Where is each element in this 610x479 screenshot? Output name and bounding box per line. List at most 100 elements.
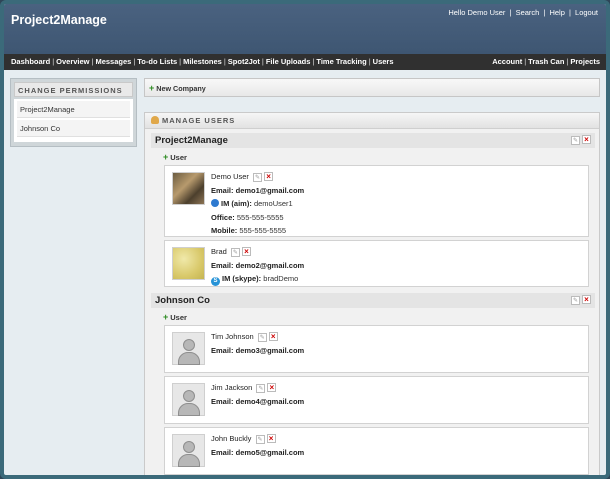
brand-title: Project2Manage [11, 13, 107, 27]
main-content: + New Company MANAGE USERS Project2Manage… [144, 78, 600, 475]
company-name: Project2Manage [151, 133, 595, 148]
avatar-body [178, 352, 200, 365]
user-info: Jim Jackson ✎ × Email: demo4@gmail.com [211, 381, 304, 408]
user-name[interactable]: Jim Jackson [211, 381, 252, 395]
nav-trash-can[interactable]: Trash Can [528, 57, 564, 66]
users-icon [151, 116, 159, 124]
nav-todo-lists[interactable]: To-do Lists [137, 57, 177, 66]
avatar [172, 247, 205, 280]
user-info: Brad ✎ × Email: demo2@gmail.com S IM (skyp… [211, 245, 304, 286]
default-avatar-icon [172, 383, 205, 416]
im-label: IM (skype): [222, 274, 262, 283]
add-user-button[interactable]: + User [151, 312, 595, 322]
nav-right: Account | Trash Can | Projects [492, 54, 600, 70]
separator: | [179, 57, 182, 66]
user-name[interactable]: Brad [211, 245, 227, 259]
email-label: Email: [211, 345, 234, 355]
nav-account[interactable]: Account [492, 57, 522, 66]
im-handle: demoUser1 [253, 199, 293, 208]
delete-icon[interactable]: × [582, 295, 591, 304]
delete-icon[interactable]: × [266, 434, 276, 443]
nav-overview[interactable]: Overview [56, 57, 89, 66]
sidebar-title: CHANGE PERMISSIONS [14, 82, 133, 97]
add-user-label: User [170, 313, 187, 322]
main-nav: Dashboard | Overview | Messages | To-do Lists |… [4, 54, 606, 70]
email-label: Email: [211, 185, 234, 195]
nav-time-tracking[interactable]: Time Tracking [316, 57, 366, 66]
user-card: Jim Jackson ✎ × Email: demo4@gmail.com [164, 376, 589, 424]
separator: | [133, 57, 136, 66]
help-link[interactable]: Help [549, 8, 564, 17]
logout-link[interactable]: Logout [575, 8, 598, 17]
avatar-body [178, 454, 200, 467]
company-actions: ✎ × [569, 295, 591, 305]
delete-icon[interactable]: × [241, 247, 251, 256]
panel-title: MANAGE USERS [145, 113, 599, 129]
edit-icon[interactable]: ✎ [230, 248, 240, 257]
sidebar-list: Project2Manage Johnson Co [14, 99, 133, 142]
user-email: demo5@gmail.com [235, 447, 305, 457]
separator: | [52, 57, 55, 66]
header: Project2Manage Hello Demo User | Search … [4, 4, 606, 54]
separator: | [566, 57, 569, 66]
user-email: demo3@gmail.com [235, 345, 305, 355]
app-window: Project2Manage Hello Demo User | Search … [0, 0, 610, 479]
user-name[interactable]: Demo User [211, 170, 249, 184]
edit-icon[interactable]: ✎ [571, 136, 580, 145]
user-name[interactable]: John Buckly [211, 432, 251, 446]
edit-icon[interactable]: ✎ [571, 296, 580, 305]
nav-dashboard[interactable]: Dashboard [11, 57, 50, 66]
im-handle: bradDemo [263, 274, 299, 283]
user-email: demo1@gmail.com [235, 185, 305, 195]
avatar-body [178, 403, 200, 416]
edit-icon[interactable]: ✎ [253, 173, 263, 182]
mobile-label: Mobile: [211, 226, 238, 235]
mobile-phone: 555-555-5555 [239, 226, 287, 235]
nav-projects[interactable]: Projects [570, 57, 600, 66]
nav-spot2jot[interactable]: Spot2Jot [228, 57, 260, 66]
email-label: Email: [211, 260, 234, 270]
skype-icon: S [211, 277, 220, 286]
delete-icon[interactable]: × [268, 332, 278, 341]
user-info: Tim Johnson ✎ × Email: demo3@gmail.com [211, 330, 304, 357]
email-label: Email: [211, 396, 234, 406]
edit-icon[interactable]: ✎ [257, 333, 267, 342]
delete-icon[interactable]: × [582, 135, 591, 144]
sidebar-item-project2manage[interactable]: Project2Manage [17, 101, 130, 118]
separator: | [509, 8, 512, 17]
aim-icon [211, 199, 219, 207]
nav-users[interactable]: Users [373, 57, 394, 66]
separator: | [368, 57, 371, 66]
im-label: IM (aim): [221, 199, 252, 208]
edit-icon[interactable]: ✎ [255, 435, 265, 444]
company-block: Project2Manage ✎ × + User Demo User ✎ × Ema… [151, 133, 595, 287]
user-email: demo2@gmail.com [235, 260, 305, 270]
add-user-label: User [170, 153, 187, 162]
nav-left: Dashboard | Overview | Messages | To-do Lists |… [11, 54, 394, 70]
separator: | [543, 8, 546, 17]
new-company-button[interactable]: + New Company [149, 82, 206, 95]
user-info: John Buckly ✎ × Email: demo5@gmail.com [211, 432, 304, 459]
user-card: John Buckly ✎ × Email: demo5@gmail.com [164, 427, 589, 475]
nav-messages[interactable]: Messages [95, 57, 131, 66]
default-avatar-icon [172, 434, 205, 467]
search-link[interactable]: Search [516, 8, 540, 17]
delete-icon[interactable]: × [267, 383, 277, 392]
user-name[interactable]: Tim Johnson [211, 330, 254, 344]
avatar-head [183, 441, 195, 453]
sidebar-item-johnson-co[interactable]: Johnson Co [17, 120, 130, 137]
edit-icon[interactable]: ✎ [256, 384, 266, 393]
company-name: Johnson Co [151, 293, 595, 308]
add-user-button[interactable]: + User [151, 152, 595, 162]
panel-title-text: MANAGE USERS [162, 116, 236, 125]
separator: | [524, 57, 527, 66]
greeting: Hello Demo User [448, 8, 506, 17]
plus-icon: + [149, 83, 155, 93]
manage-users-panel: MANAGE USERS Project2Manage ✎ × + User Dem… [144, 112, 600, 475]
nav-milestones[interactable]: Milestones [183, 57, 222, 66]
plus-icon: + [163, 312, 169, 322]
delete-icon[interactable]: × [264, 172, 274, 181]
nav-file-uploads[interactable]: File Uploads [266, 57, 311, 66]
avatar-head [183, 339, 195, 351]
office-phone: 555-555-5555 [236, 212, 284, 222]
